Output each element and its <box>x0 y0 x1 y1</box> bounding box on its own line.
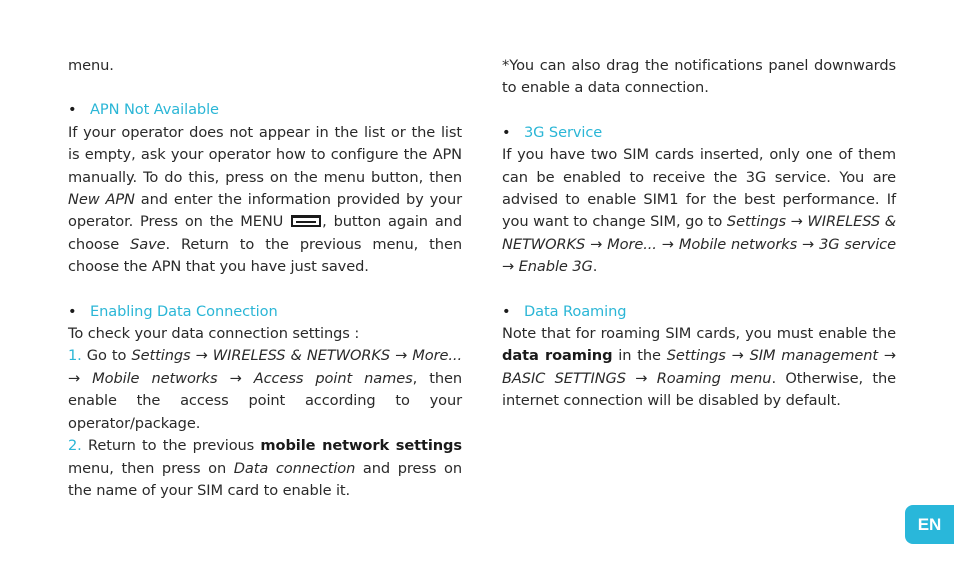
section-heading: APN Not Available <box>90 101 219 119</box>
bullet-icon: • <box>68 302 77 320</box>
data-connection-label: Data connection <box>233 459 356 477</box>
section-heading: Data Roaming <box>524 302 627 320</box>
drag-note: *You can also drag the notifications pan… <box>502 57 896 97</box>
step-number: 1. <box>68 347 82 365</box>
text: . <box>592 258 598 276</box>
bullet-icon: • <box>502 123 511 141</box>
data-connection-intro: To check your data connection settings : <box>68 325 360 343</box>
left-column: menu. • APN Not Available If your operato… <box>68 55 462 502</box>
menu-button-icon <box>291 215 322 228</box>
text: Return to the previous <box>81 437 261 455</box>
data-connection-heading: • Enabling Data Connection <box>68 301 462 323</box>
language-badge: EN <box>905 505 954 544</box>
step-2: 2. Return to the previous mobile network… <box>68 435 462 502</box>
step-number: 2. <box>68 437 82 455</box>
section-heading: Enabling Data Connection <box>90 302 278 320</box>
section-heading: 3G Service <box>524 123 603 141</box>
text: Note that for roaming SIM cards, you mus… <box>502 325 896 343</box>
3g-paragraph: If you have two SIM cards inserted, only… <box>502 144 896 278</box>
step-1: 1. Go to Settings → WIRELESS & NETWORKS … <box>68 345 462 435</box>
text: Go to <box>81 347 132 365</box>
text: If your operator does not appear in the … <box>68 123 462 186</box>
intro-tail: menu. <box>68 57 114 74</box>
text: in the <box>612 347 667 365</box>
bullet-icon: • <box>502 302 511 320</box>
apn-paragraph: If your operator does not appear in the … <box>68 122 462 279</box>
roaming-heading: • Data Roaming <box>502 301 896 323</box>
bold-term: data roaming <box>502 347 613 365</box>
apn-heading: • APN Not Available <box>68 99 462 121</box>
new-apn-label: New APN <box>68 191 135 209</box>
right-column: *You can also drag the notifications pan… <box>502 55 896 413</box>
bold-term: mobile network settings <box>260 437 462 455</box>
3g-heading: • 3G Service <box>502 122 896 144</box>
text: menu, then press on <box>68 459 234 477</box>
bullet-icon: • <box>68 101 77 119</box>
roaming-paragraph: Note that for roaming SIM cards, you mus… <box>502 323 896 413</box>
save-label: Save <box>130 235 166 253</box>
